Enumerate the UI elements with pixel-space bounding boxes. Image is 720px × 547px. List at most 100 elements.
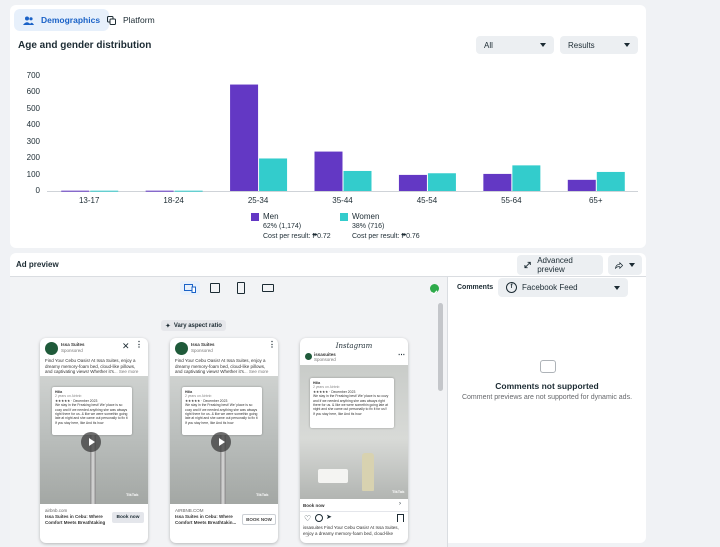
x-tick-label: 35-44 <box>332 196 353 205</box>
ad-headline: Issa Suites in Cebu: Where Comfort Meets… <box>175 514 237 525</box>
bar-women-25-34[interactable] <box>259 158 288 191</box>
chart-bars <box>47 84 638 192</box>
demographics-card: Demographics Platform Age and gender dis… <box>10 5 646 248</box>
review-card: Hilia 2 years on Airbnb ★★★★★ · December… <box>182 387 262 435</box>
scrollbar[interactable] <box>438 303 443 391</box>
not-supported-title: Comments not supported <box>495 381 599 391</box>
advanced-preview-label: Advanced preview <box>537 256 573 274</box>
close-icon[interactable]: ✕ <box>122 341 130 352</box>
play-icon[interactable] <box>211 432 231 452</box>
play-icon[interactable] <box>81 432 101 452</box>
legend-men-swatch <box>251 213 259 221</box>
comments-placement-value: Facebook Feed <box>522 283 578 292</box>
ad-preview-title: Ad preview <box>16 260 59 269</box>
cta-button[interactable]: Book now <box>112 512 144 523</box>
tiktok-watermark: TikTok <box>256 492 269 497</box>
bar-men-35-44[interactable] <box>314 151 343 191</box>
bar-women-55-64[interactable] <box>512 165 541 191</box>
comment-icon[interactable] <box>315 514 323 522</box>
facebook-marketplace-preview: Issa Suites Sponsored ⋮ Find Your Cebu O… <box>170 338 278 543</box>
ad-media: Hilia 2 years on Airbnb ★★★★★ · December… <box>40 376 148 504</box>
bar-men-13-17[interactable] <box>61 190 90 192</box>
bar-men-25-34[interactable] <box>230 84 259 191</box>
chevron-down-icon <box>540 43 546 47</box>
more-options-icon[interactable]: ⋮ <box>268 340 276 349</box>
comments-label: Comments <box>457 284 494 291</box>
ad-body-text: Find Your Cebu Oasis! At Issa Suites, en… <box>175 358 274 375</box>
legend-women-cost: Cost per result: ₱0.76 <box>352 233 420 240</box>
metric-filter-select[interactable]: Results <box>560 36 638 54</box>
desktop-mobile-view-button[interactable] <box>180 281 200 295</box>
tiktok-watermark: TikTok <box>392 489 405 494</box>
bar-men-55-64[interactable] <box>483 173 512 191</box>
bookmark-icon[interactable] <box>397 514 404 522</box>
more-options-icon[interactable]: ⋮ <box>135 340 143 349</box>
audience-filter-select[interactable]: All <box>476 36 554 54</box>
bar-men-65+[interactable] <box>567 179 596 191</box>
landscape-view-button[interactable] <box>262 284 274 292</box>
review-text: We stay in the Freaking best! We' place … <box>185 403 258 421</box>
share-icon <box>615 261 623 269</box>
see-more-link[interactable]: ... See more <box>114 369 139 374</box>
bar-women-35-44[interactable] <box>343 170 372 191</box>
not-supported-description: Comment previews are not supported for d… <box>461 394 633 401</box>
bar-women-65+[interactable] <box>596 171 625 191</box>
heart-icon[interactable]: ♡ <box>304 514 311 523</box>
review-text: We stay in the Freaking best! We' place … <box>55 403 128 421</box>
ig-media: Hilia 2 years on Airbnb ★★★★★ · December… <box>300 365 408 499</box>
cta-button[interactable]: BOOK NOW <box>242 514 276 525</box>
sponsored-label: Sponsored <box>314 357 336 362</box>
x-tick-label: 25-34 <box>247 196 269 205</box>
legend-women-swatch <box>340 213 348 221</box>
tab-demographics-label: Demographics <box>41 15 101 25</box>
tab-demographics[interactable]: Demographics <box>14 9 110 31</box>
legend-women-share: 38% (716) <box>352 223 385 230</box>
see-more-link[interactable]: ... See more <box>244 369 269 374</box>
vary-aspect-ratio-label: Vary aspect ratio <box>173 322 222 329</box>
people-icon <box>23 16 34 25</box>
expand-icon <box>524 261 531 269</box>
comment-bubble-icon <box>540 360 556 373</box>
ad-body-text: Find Your Cebu Oasis! At Issa Suites, en… <box>45 358 144 375</box>
legend-men-share: 62% (1,174) <box>263 223 302 230</box>
advanced-preview-button[interactable]: Advanced preview <box>517 255 603 275</box>
chevron-down-icon <box>629 263 635 267</box>
review-text: We stay in the Freaking best! We' place … <box>313 394 389 412</box>
review-more: If you stay here, like And its how <box>55 421 104 426</box>
ig-divider <box>300 511 408 512</box>
more-options-icon[interactable]: ⋯ <box>398 351 405 359</box>
bar-women-13-17[interactable] <box>90 190 119 192</box>
sparkle-icon: ✦ <box>165 322 171 330</box>
page-logo <box>175 342 188 355</box>
review-more: If you stay here, like And its how <box>313 412 362 417</box>
age-gender-chart: 0 100 200 300 400 500 600 700 13-17 18-24 25-34 35… <box>10 67 646 212</box>
tab-platform[interactable]: Platform <box>98 9 164 31</box>
share-button[interactable] <box>608 255 642 275</box>
chart-title: Age and gender distribution <box>18 40 152 51</box>
review-card: Hilia 2 years on Airbnb ★★★★★ · December… <box>52 387 132 435</box>
ad-preview-card: Ad preview Advanced preview ✦ Vary aspec… <box>10 253 646 547</box>
bar-men-45-54[interactable] <box>398 174 427 191</box>
bar-men-18-24[interactable] <box>145 190 174 192</box>
instagram-logo: Instagram <box>335 342 373 350</box>
review-card: Hilia 2 years on Airbnb ★★★★★ · December… <box>310 378 394 428</box>
x-tick-label: 65+ <box>588 196 603 205</box>
bar-women-18-24[interactable] <box>174 190 203 192</box>
tray-image <box>318 469 348 483</box>
ig-caption: issasuites Find Your Cebu Oasis! At Issa… <box>303 525 399 537</box>
bar-women-45-54[interactable] <box>427 173 456 191</box>
ig-cta[interactable]: Book now <box>303 503 325 509</box>
ad-domain: airbnb.com <box>45 508 68 513</box>
copy-icon <box>107 15 116 25</box>
square-view-button[interactable] <box>210 283 220 293</box>
vertical-divider <box>447 277 448 547</box>
comments-placement-select[interactable]: f Facebook Feed <box>498 278 628 297</box>
cta-chevron-icon: › <box>399 501 401 507</box>
review-more: If you stay here, like And its how <box>185 421 234 426</box>
page-name: Issa Suites <box>61 342 85 347</box>
ad-media: Hilia 2 years on Airbnb ★★★★★ · December… <box>170 376 278 504</box>
send-icon[interactable]: ➤ <box>326 513 332 521</box>
vertical-view-button[interactable] <box>237 282 245 294</box>
sponsored-label: Sponsored <box>61 348 83 353</box>
chevron-down-icon <box>624 43 630 47</box>
